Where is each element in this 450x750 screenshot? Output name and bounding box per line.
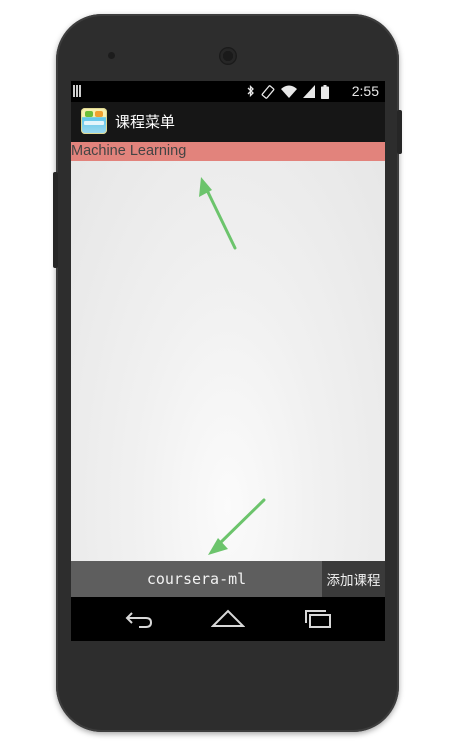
status-icons [247, 84, 329, 99]
notification-bars-icon [73, 85, 83, 97]
app-launcher-icon[interactable] [81, 108, 107, 134]
signal-icon [303, 85, 315, 98]
navigation-bar [71, 597, 385, 641]
course-name-input[interactable] [71, 561, 322, 597]
wifi-icon [281, 85, 297, 98]
bluetooth-icon [247, 85, 255, 98]
home-icon[interactable] [208, 606, 248, 632]
course-list: Machine Learning [71, 142, 385, 597]
list-item[interactable]: Machine Learning [71, 142, 385, 161]
recent-apps-icon[interactable] [298, 606, 338, 632]
rotate-icon [261, 84, 275, 99]
front-camera [108, 52, 115, 59]
earpiece-speaker [219, 47, 237, 65]
status-bar: 2:55 [71, 81, 385, 102]
clock: 2:55 [351, 83, 379, 99]
power-button [397, 110, 402, 154]
add-course-row: 添加课程 [71, 561, 385, 597]
page-title: 课程菜单 [115, 113, 176, 131]
add-course-button[interactable]: 添加课程 [322, 561, 385, 597]
back-icon[interactable] [119, 606, 159, 632]
course-label: Machine Learning [71, 143, 187, 159]
action-bar: 课程菜单 [71, 102, 385, 142]
volume-button [53, 172, 58, 268]
battery-icon [321, 84, 329, 99]
device-screen: 2:55 课程菜单 Machine Learning 添加课程 [71, 81, 385, 641]
